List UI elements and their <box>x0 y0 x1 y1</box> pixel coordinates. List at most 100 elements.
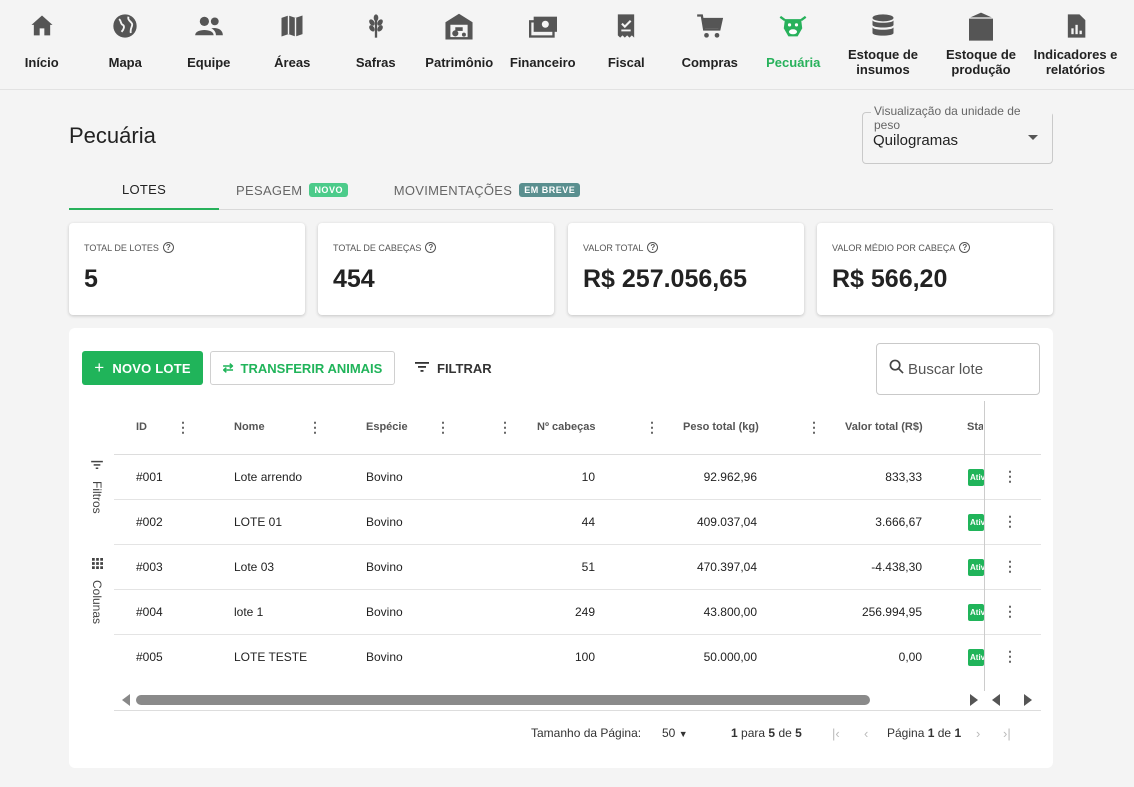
cell-id: #005 <box>136 650 163 664</box>
scroll-right-icon[interactable] <box>970 694 978 706</box>
scroll-left-icon[interactable] <box>992 694 1000 706</box>
cell-especie: Bovino <box>366 470 403 484</box>
help-icon[interactable]: ? <box>959 242 971 253</box>
page-size-label: Tamanho da Página: <box>531 726 642 740</box>
cell-valor: 256.994,95 <box>861 605 922 619</box>
column-menu-icon[interactable]: ⋮ <box>498 419 512 436</box>
weight-unit-select[interactable]: Visualização da unidade de peso Quilogra… <box>862 104 1053 164</box>
nav-item-safras[interactable]: Safras <box>334 0 418 90</box>
nav-item-fiscal[interactable]: Fiscal <box>585 0 669 90</box>
pinned-column-divider <box>984 401 985 691</box>
cell-nome: LOTE TESTE <box>234 650 308 664</box>
column-menu-icon[interactable]: ⋮ <box>176 419 190 436</box>
pagination-bar: Tamanho da Página: 50 ▼ 1 para 5 de 5 |‹… <box>69 726 1053 746</box>
header-id[interactable]: ID <box>136 421 147 433</box>
nav-item-equipe[interactable]: Equipe <box>167 0 251 90</box>
row-range: 1 para 5 de 5 <box>731 726 802 740</box>
nav-label: Safras <box>355 55 396 70</box>
status-badge: Ativo <box>968 559 984 576</box>
coming-soon-badge: EM BREVE <box>519 183 581 197</box>
last-page-icon[interactable]: ›| <box>1003 726 1011 741</box>
scroll-thumb[interactable] <box>136 695 870 705</box>
scroll-right-icon[interactable] <box>1024 694 1032 706</box>
cell-id: #002 <box>136 515 163 529</box>
search-input[interactable] <box>908 360 1028 378</box>
filter-icon <box>91 457 103 475</box>
header-nome[interactable]: Nome <box>234 421 265 433</box>
nav-item-inicio[interactable]: Início <box>0 0 84 90</box>
cell-especie: Bovino <box>366 650 403 664</box>
help-icon[interactable]: ? <box>425 242 437 253</box>
card-title: TOTAL DE LOTES <box>84 242 159 253</box>
filter-button[interactable]: FILTRAR <box>415 351 492 385</box>
first-page-icon[interactable]: |‹ <box>832 726 840 741</box>
nav-label: Equipe <box>187 55 231 70</box>
help-icon[interactable]: ? <box>162 242 174 253</box>
row-menu-icon[interactable]: ⋮ <box>1003 468 1017 485</box>
tab-lotes[interactable]: LOTES <box>69 170 219 210</box>
nav-label: Financeiro <box>509 55 576 70</box>
tab-label: LOTES <box>121 181 167 197</box>
horizontal-scrollbar[interactable] <box>114 689 1041 711</box>
header-especie[interactable]: Espécie <box>366 421 408 433</box>
column-menu-icon[interactable]: ⋮ <box>308 419 322 436</box>
nav-label: Mapa <box>108 55 142 70</box>
nav-item-estoque-producao[interactable]: Estoque de produção <box>931 0 1031 90</box>
nav-item-pecuaria[interactable]: Pecuária <box>752 0 836 90</box>
row-menu-icon[interactable]: ⋮ <box>1003 558 1017 575</box>
table-header: ID ⋮ Nome ⋮ Espécie ⋮ ⋮ Nº cabeças ⋮ Pes… <box>114 401 1041 455</box>
nav-item-estoque-insumos[interactable]: Estoque de insumos <box>835 0 931 90</box>
row-menu-icon[interactable]: ⋮ <box>1003 603 1017 620</box>
card-title: VALOR MÉDIO POR CABEÇA <box>832 242 956 253</box>
table-row[interactable]: #002 LOTE 01 Bovino 44 409.037,04 3.666,… <box>114 500 1041 545</box>
header-peso[interactable]: Peso total (kg) <box>683 421 759 433</box>
cash-icon <box>527 10 559 42</box>
new-lote-button[interactable]: + NOVO LOTE <box>82 351 203 385</box>
row-menu-icon[interactable]: ⋮ <box>1003 648 1017 665</box>
cell-cabecas: 51 <box>581 560 595 574</box>
column-menu-icon[interactable]: ⋮ <box>645 419 659 436</box>
home-icon <box>26 10 58 42</box>
transfer-animals-button[interactable]: ⇄ TRANSFERIR ANIMAIS <box>210 351 395 385</box>
previous-page-icon[interactable]: ‹ <box>864 726 868 741</box>
scroll-left-icon[interactable] <box>122 694 130 706</box>
nav-label: Compras <box>681 55 738 70</box>
nav-label: Indicadores e relatórios <box>1033 47 1118 77</box>
nav-item-financeiro[interactable]: Financeiro <box>501 0 585 90</box>
next-page-icon[interactable]: › <box>976 726 980 741</box>
columns-side-tab[interactable]: Colunas <box>82 556 112 624</box>
nav-item-patrimonio[interactable]: Patrimônio <box>418 0 502 90</box>
status-badge: Ativo <box>968 649 984 666</box>
nav-item-indicadores[interactable]: Indicadores e relatórios <box>1031 0 1120 90</box>
nav-label: Áreas <box>274 55 311 70</box>
nav-item-compras[interactable]: Compras <box>668 0 752 90</box>
nav-item-mapa[interactable]: Mapa <box>84 0 168 90</box>
filters-side-label: Filtros <box>90 481 104 514</box>
nav-label: Pecuária <box>766 55 821 70</box>
card-value: R$ 257.056,65 <box>583 265 748 293</box>
filters-side-tab[interactable]: Filtros <box>82 457 112 514</box>
tab-pesagem[interactable]: PESAGEM NOVO <box>227 170 357 210</box>
column-menu-icon[interactable]: ⋮ <box>436 419 450 436</box>
table-row[interactable]: #003 Lote 03 Bovino 51 470.397,04 -4.438… <box>114 545 1041 590</box>
cell-peso: 92.962,96 <box>703 470 757 484</box>
page-size-select[interactable]: 50 ▼ <box>662 726 688 740</box>
table-row[interactable]: #004 lote 1 Bovino 249 43.800,00 256.994… <box>114 590 1041 635</box>
header-cabecas[interactable]: Nº cabeças <box>537 421 595 433</box>
nav-item-areas[interactable]: Áreas <box>251 0 335 90</box>
header-status[interactable]: Status <box>967 421 983 433</box>
database-icon <box>867 10 899 42</box>
table-row[interactable]: #001 Lote arrendo Bovino 10 92.962,96 83… <box>114 455 1041 500</box>
cell-especie: Bovino <box>366 605 403 619</box>
tab-movimentacoes[interactable]: MOVIMENTAÇÕES EM BREVE <box>387 170 587 210</box>
card-value: 5 <box>84 265 98 293</box>
header-valor[interactable]: Valor total (R$) <box>845 421 923 433</box>
table-row[interactable]: #005 LOTE TESTE Bovino 100 50.000,00 0,0… <box>114 635 1041 680</box>
summary-card-valor-medio: VALOR MÉDIO POR CABEÇA? R$ 566,20 <box>817 223 1053 315</box>
help-icon[interactable]: ? <box>647 242 659 253</box>
dropdown-arrow-icon <box>1028 135 1038 140</box>
tab-label: MOVIMENTAÇÕES <box>393 182 513 198</box>
row-menu-icon[interactable]: ⋮ <box>1003 513 1017 530</box>
column-menu-icon[interactable]: ⋮ <box>807 419 821 436</box>
summary-card-total-cabecas: TOTAL DE CABEÇAS? 454 <box>318 223 554 315</box>
